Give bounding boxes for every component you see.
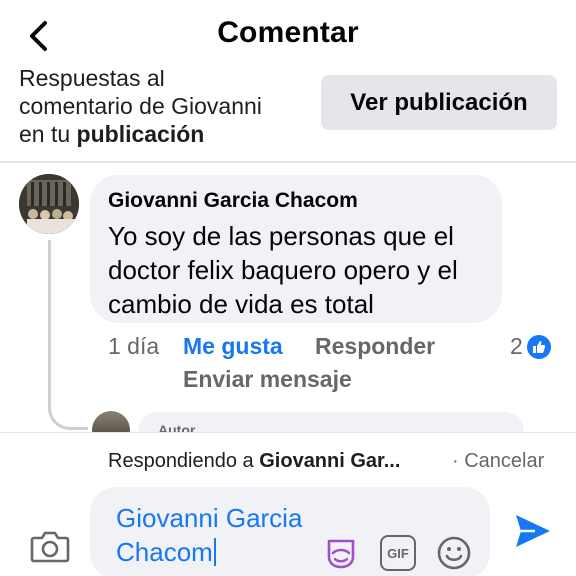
comment-input-text: Giovanni Garcia Chacom (116, 503, 303, 567)
cancel-separator: · (452, 450, 465, 472)
comment-composer: Respondiendo a Giovanni Gar... · Cancela… (0, 432, 576, 576)
avatar-sticker-icon[interactable] (323, 535, 359, 571)
reply-button[interactable]: Responder (315, 333, 435, 360)
comment-input-value[interactable]: Giovanni Garcia Chacom (116, 501, 336, 569)
thumbs-up-icon (526, 334, 551, 359)
context-line-3-bold: publicación (76, 121, 205, 147)
text-caret (213, 538, 216, 566)
send-icon[interactable] (513, 511, 553, 551)
gif-label: GIF (387, 545, 409, 561)
replying-prefix: Respondiendo a (108, 450, 260, 472)
context-line-partial: Respuestas al (19, 70, 165, 91)
cancel-reply[interactable]: · Cancelar (452, 450, 544, 473)
page-title: Comentar (217, 16, 359, 49)
like-button[interactable]: Me gusta (183, 333, 283, 360)
comment-time: 1 día (108, 333, 160, 359)
context-line-3: en tu publicación (19, 120, 319, 148)
reaction-count[interactable]: 2 (510, 333, 551, 360)
divider (0, 161, 576, 163)
replying-name: Giovanni Gar... (259, 450, 401, 472)
comment-text: Yo soy de las personas que el doctor fel… (108, 221, 458, 319)
app-header: Comentar (0, 0, 576, 70)
thread-line (48, 240, 88, 430)
send-message-button[interactable]: Enviar mensaje (183, 366, 352, 393)
avatar-photo (19, 174, 79, 234)
avatar[interactable] (19, 174, 79, 234)
context-text: Respuestas al comentario de Giovanni en … (19, 70, 319, 148)
emoji-icon[interactable] (436, 535, 472, 571)
replying-to-label: Respondiendo a Giovanni Gar... (108, 450, 400, 473)
reaction-count-number: 2 (510, 333, 523, 359)
gif-icon[interactable]: GIF (380, 535, 416, 571)
comment-bubble[interactable]: Giovanni Garcia Chacom Yo soy de las per… (90, 175, 502, 323)
camera-icon[interactable] (30, 528, 70, 564)
context-line-2: comentario de Giovanni (19, 93, 262, 119)
comment-author[interactable]: Giovanni Garcia Chacom (108, 189, 358, 213)
view-post-button[interactable]: Ver publicación (321, 75, 557, 130)
context-line-3-prefix: en tu (19, 121, 77, 147)
comment-input[interactable]: Giovanni Garcia Chacom (90, 487, 490, 576)
cancel-button[interactable]: Cancelar (464, 450, 544, 472)
